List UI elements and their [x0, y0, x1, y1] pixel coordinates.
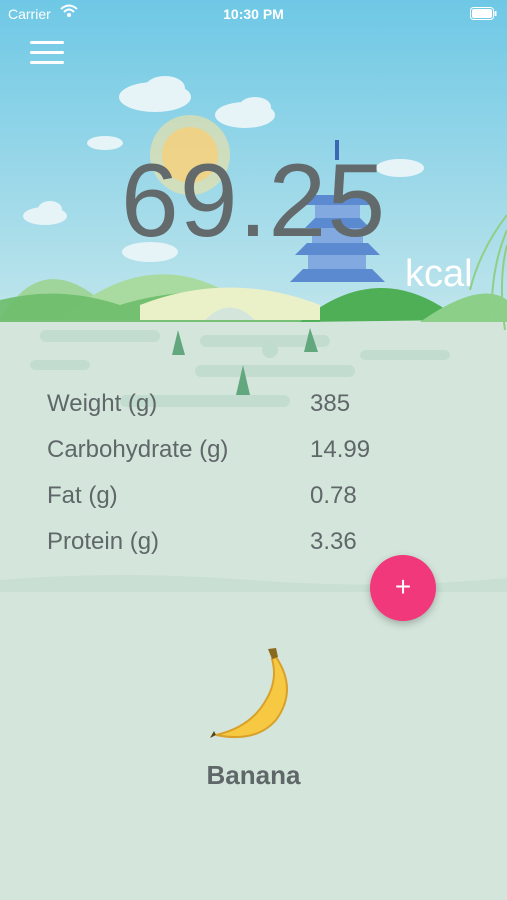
food-name: Banana [206, 760, 301, 790]
calorie-total: 69.25 [120, 143, 387, 259]
calorie-unit: kcal [405, 253, 473, 295]
nutrient-row-fat: Fat (g) 0.78 [47, 482, 447, 528]
clock: 10:30 PM [223, 6, 284, 22]
nutrient-row-weight: Weight (g) 385 [47, 390, 447, 436]
nutrient-value: 14.99 [310, 436, 371, 463]
nutrient-value: 0.78 [310, 482, 357, 509]
nutrient-value: 3.36 [310, 528, 357, 555]
nutrient-label: Weight (g) [47, 390, 158, 417]
menu-icon[interactable] [30, 41, 64, 65]
app-screen: Carrier 10:30 PM 69.25 kcal Weight (g) 3… [0, 0, 507, 900]
status-bar: Carrier 10:30 PM [0, 0, 507, 30]
banana-icon[interactable] [206, 645, 298, 745]
nutrient-row-carbohydrate: Carbohydrate (g) 14.99 [47, 436, 447, 482]
nutrient-label: Protein (g) [47, 528, 160, 555]
nutrient-value: 385 [310, 390, 351, 417]
add-food-button[interactable]: + [370, 555, 436, 621]
battery-icon [470, 7, 497, 20]
nutrient-label: Carbohydrate (g) [47, 436, 229, 463]
nutrient-list: Weight (g) 385 Carbohydrate (g) 14.99 Fa… [47, 390, 447, 574]
nutrient-label: Fat (g) [47, 482, 118, 509]
